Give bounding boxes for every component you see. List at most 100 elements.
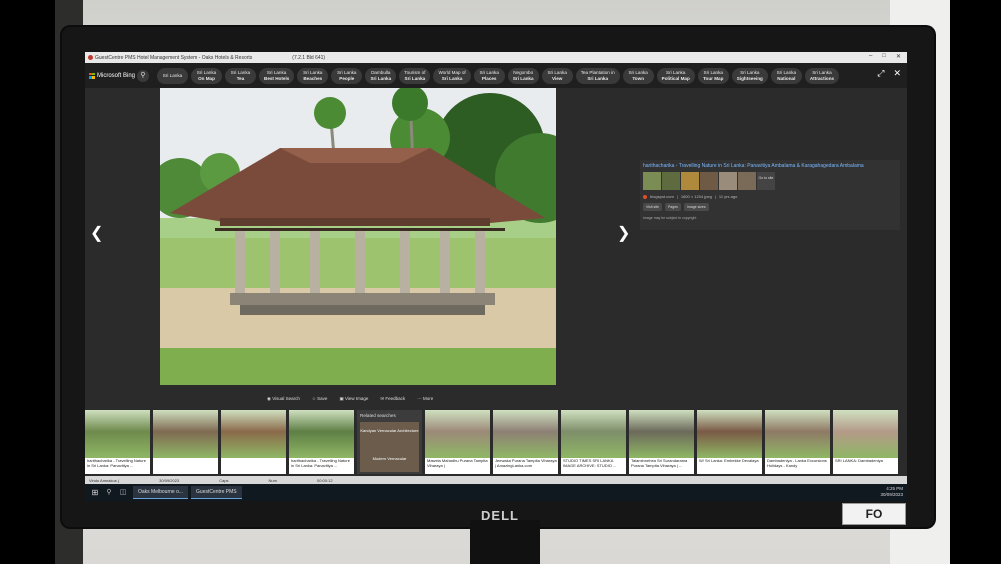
minimize-icon[interactable]: – — [869, 53, 872, 60]
related-chip[interactable]: Sri Lanka Tour Map — [697, 67, 729, 84]
bing-logo[interactable]: Microsoft Bing — [89, 72, 137, 79]
thumbnail-tile[interactable]: W/ Sri Lanka: Embekke Devalaya — [697, 410, 762, 474]
thumbnail-tile[interactable]: Jeewaka Purana Tampita Viharaya | Amazin… — [493, 410, 558, 474]
thumbnail-tile[interactable]: STUDIO TIMES SRI LANKA IMAGE ARCHIVE: ST… — [561, 410, 626, 474]
thumbnail-image — [289, 410, 354, 458]
related-chip[interactable]: Sri Lanka National — [770, 67, 802, 84]
visit-site-button[interactable]: Visit site — [643, 203, 662, 211]
thumbnail-tile[interactable] — [221, 410, 286, 474]
chip-line2: Attractions — [809, 75, 835, 81]
status-date: 30/09/2023 — [159, 477, 180, 483]
taskbar-item-guestcentre[interactable]: GuestCentre PMS — [191, 486, 242, 499]
thumbnail-tile[interactable]: harithacharika - Travelling Nature in Sr… — [289, 410, 354, 474]
related-search-label[interactable]: Modern Vernacular — [360, 456, 419, 461]
system-tray[interactable]: 4:25 PM 30/09/2023 — [880, 486, 903, 498]
previous-arrow-icon[interactable]: ❮ — [90, 223, 103, 243]
thumbnail-tile[interactable] — [153, 410, 218, 474]
chip-line2: People — [339, 75, 355, 81]
chip-line2: Sightseeing — [736, 75, 763, 81]
taskbar-search-icon[interactable]: ⚲ — [102, 484, 116, 501]
chip-line2: Sri Lanka — [370, 75, 392, 81]
feedback-button[interactable]: ✉ Feedback — [380, 396, 405, 402]
related-chip[interactable]: Sri Lanka Places — [473, 67, 505, 84]
asset-tag: FO — [842, 503, 906, 525]
save-button[interactable]: ☆ Save — [312, 396, 328, 402]
image-meta: blogspot.com | 1600 × 1204 jpeg | 11 yrs… — [643, 194, 897, 199]
related-chip[interactable]: Sri Lanka Attractions — [804, 67, 840, 84]
task-view-icon[interactable]: ◫ — [116, 484, 130, 501]
chip-line2: Tour Map — [703, 75, 724, 81]
chip-line2: View — [552, 75, 563, 81]
next-arrow-icon[interactable]: ❯ — [617, 223, 630, 243]
thumbnail-image — [425, 410, 490, 458]
source-thumbnail[interactable] — [681, 172, 699, 190]
source-title-link[interactable]: harithacharika - Travelling Nature in Sr… — [643, 163, 897, 169]
taskbar-item-edge[interactable]: Oaks Melbourne o... — [133, 486, 189, 499]
related-chip[interactable]: Sri Lanka Political Map — [656, 67, 695, 84]
main-image[interactable] — [160, 88, 556, 385]
status-num: Num — [268, 477, 277, 483]
screen: GuestCentre PMS Hotel Management System … — [85, 52, 907, 501]
thumbnail-tile[interactable]: Mawela Mahadhu Purana Tampita Viharaya | — [425, 410, 490, 474]
related-searches-tile[interactable]: Related searches Kandyan Vernacular Archi… — [357, 410, 422, 474]
windows-start-icon[interactable]: ⊞ — [88, 484, 102, 501]
source-thumbnail[interactable] — [719, 172, 737, 190]
more-button[interactable]: ⋯ More — [417, 396, 433, 402]
related-chip[interactable]: Sri Lanka View — [541, 67, 573, 84]
source-domain[interactable]: blogspot.com — [650, 194, 674, 199]
source-thumbnail[interactable] — [662, 172, 680, 190]
window-build: (7.2.1 Bld 641) — [292, 54, 326, 61]
view-image-button[interactable]: ▣ View Image — [339, 396, 368, 402]
related-chip[interactable]: Dambulla Sri Lanka — [365, 67, 397, 84]
related-chip[interactable]: Tourism of Sri Lanka — [399, 67, 431, 84]
chip-line2: Places — [481, 75, 497, 81]
card-buttons: Visit site Pages Image sizes — [643, 203, 897, 211]
go-to-site-button[interactable]: Go to site — [757, 172, 775, 190]
tray-date: 30/09/2023 — [880, 492, 903, 497]
related-chip[interactable]: Sri Lanka Town — [622, 67, 654, 84]
related-chip[interactable]: Sri Lanka Tea — [225, 67, 256, 84]
related-chip[interactable]: Sri Lanka People — [331, 67, 363, 84]
image-sizes-button[interactable]: Image sizes — [683, 203, 709, 211]
related-chip[interactable]: Sri Lanka — [157, 67, 188, 84]
related-chip[interactable]: Tea Plantation in Sri Lanka — [575, 67, 620, 84]
chip-line2: Beaches — [303, 75, 323, 81]
related-chip[interactable]: Sri Lanka On Map — [191, 67, 222, 84]
visual-search-button[interactable]: ◉ Visual Search — [267, 396, 300, 402]
thumbnail-image — [561, 410, 626, 458]
related-chip[interactable]: Sri Lanka Best Hotels — [259, 67, 295, 84]
related-chip[interactable]: Negombo Sri Lanka — [507, 67, 539, 84]
thumbnail-image — [493, 410, 558, 458]
thumbnail-caption: harithacharika - Travelling Nature in Sr… — [291, 458, 350, 468]
image-info-card: harithacharika - Travelling Nature in Sr… — [640, 160, 900, 230]
image-dimensions: 1600 × 1204 jpeg — [680, 194, 712, 199]
image-age: 11 yrs ago — [718, 194, 738, 199]
thumbnail-caption: Talaminnehea Sri Surandarama Purana Tamp… — [631, 458, 688, 468]
related-chip[interactable]: World Map of Sri Lanka — [433, 67, 471, 84]
thumbnail-tile[interactable]: SRI LANKA: Dambadeniya — [833, 410, 898, 474]
thumbnail-caption: harithacharika - Travelling Nature in Sr… — [87, 458, 146, 468]
close-icon[interactable]: ✕ — [893, 68, 901, 79]
expand-icon[interactable]: ⤢ — [877, 68, 884, 79]
thumbnail-caption: STUDIO TIMES SRI LANKA IMAGE ARCHIVE: ST… — [563, 458, 617, 468]
source-thumbnail[interactable] — [738, 172, 756, 190]
thumbnail-image — [629, 410, 694, 458]
thumbnail-caption: SRI LANKA: Dambadeniya — [835, 458, 883, 463]
close-window-icon[interactable]: ✕ — [896, 53, 901, 60]
related-chip[interactable]: Sri Lanka Beaches — [297, 67, 329, 84]
thumbnail-tile[interactable]: Dambadeniya - Lanka Excursions Holidays … — [765, 410, 830, 474]
source-thumbnail[interactable] — [700, 172, 718, 190]
related-search-label[interactable]: Kandyan Vernacular Architecture — [360, 428, 419, 433]
photo-scene: DELL FO GuestCentre PMS Hotel Management… — [0, 0, 1001, 564]
window-title: GuestCentre PMS Hotel Management System … — [95, 54, 253, 61]
thumbnail-tile[interactable]: harithacharika - Travelling Nature in Sr… — [85, 410, 150, 474]
source-thumbnail[interactable] — [643, 172, 661, 190]
thumbnail-caption: W/ Sri Lanka: Embekke Devalaya — [699, 458, 759, 463]
search-icon[interactable]: ⚲ — [137, 69, 149, 82]
maximize-icon[interactable]: □ — [882, 53, 886, 60]
dell-logo: DELL — [481, 508, 519, 523]
thumbnail-tile[interactable]: Talaminnehea Sri Surandarama Purana Tamp… — [629, 410, 694, 474]
app-icon — [88, 55, 93, 60]
related-chip[interactable]: Sri Lanka Sightseeing — [731, 67, 768, 84]
pages-button[interactable]: Pages — [664, 203, 681, 211]
